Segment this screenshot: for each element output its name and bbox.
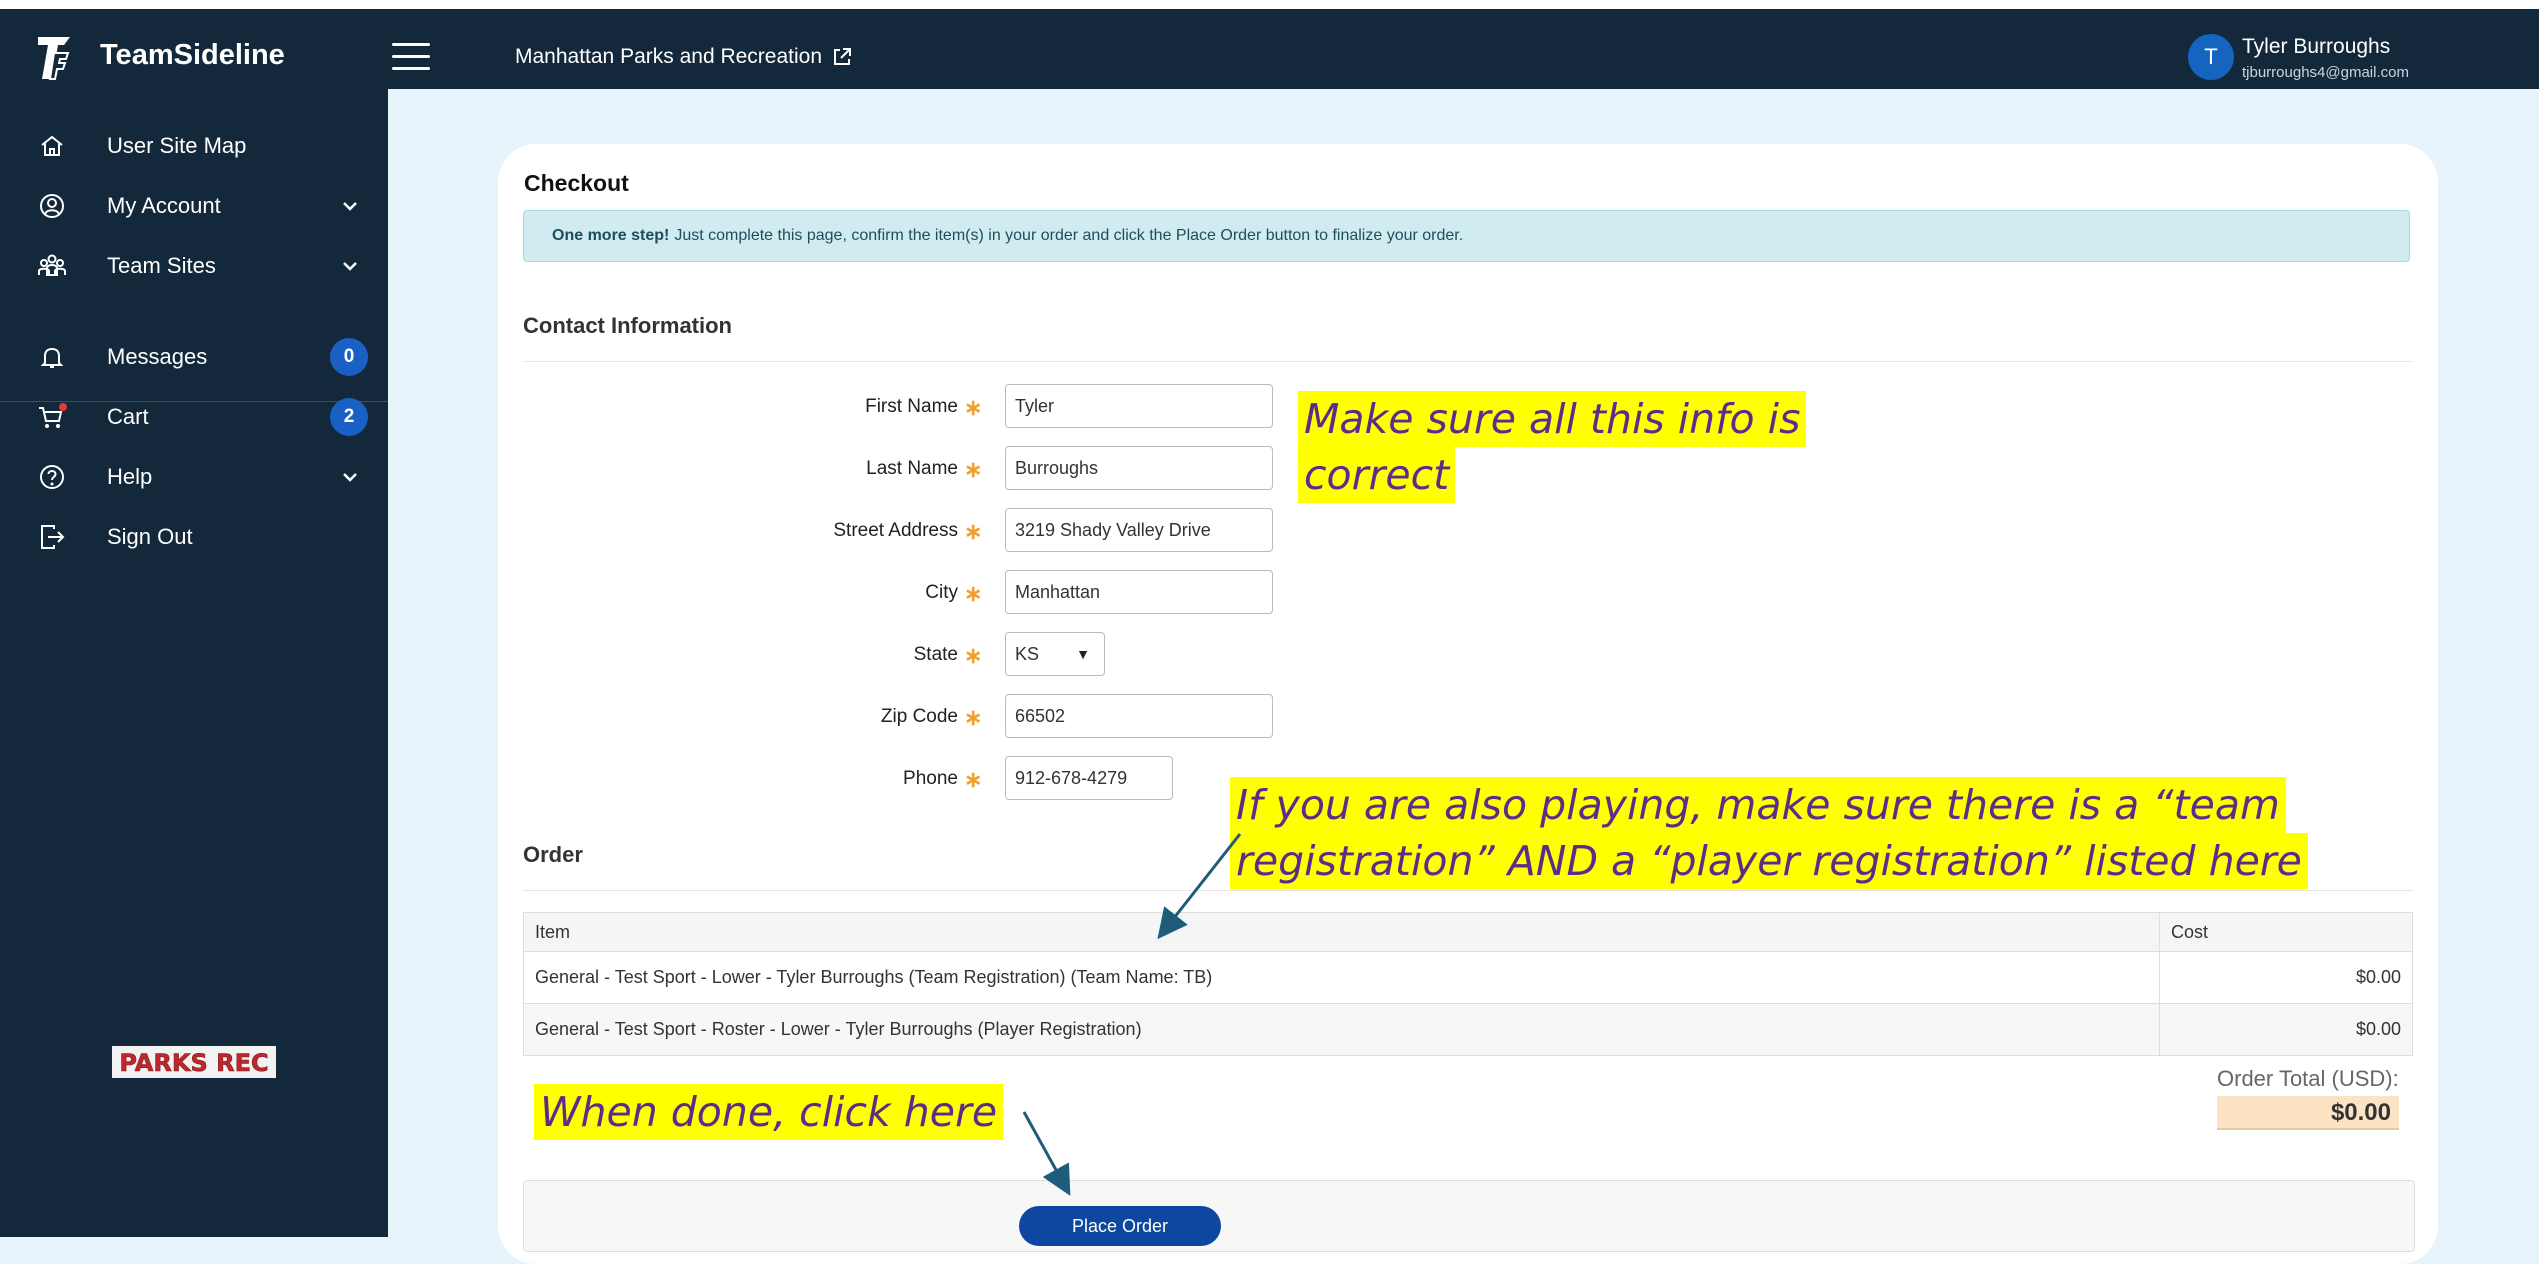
top-navbar: TeamSideline Manhattan Parks and Recreat…	[0, 9, 2539, 89]
place-order-button[interactable]: Place Order	[1019, 1206, 1221, 1246]
chevron-down-icon	[343, 262, 357, 271]
annotation-done-note: When done, click here	[534, 1084, 1004, 1140]
sidebar-item-label: Messages	[107, 344, 208, 369]
annotation-order-note-line2: registration” AND a “player registration…	[1230, 833, 2308, 889]
chevron-down-icon	[343, 473, 357, 482]
sidebar-item-sign-out[interactable]: Sign Out	[0, 512, 388, 562]
sidebar-item-label: My Account	[107, 193, 221, 218]
sidebar: User Site Map My Account Team Sites Mess…	[0, 89, 388, 1237]
last-name-label: Last Name	[866, 458, 958, 479]
sidebar-item-cart[interactable]: Cart 2	[0, 392, 388, 442]
sidebar-item-label: Sign Out	[107, 524, 193, 549]
cart-icon	[39, 403, 67, 428]
city-field[interactable]	[1005, 570, 1273, 614]
order-table: Item Cost General - Test Sport - Lower -…	[523, 912, 2413, 1056]
cart-count-badge: 2	[330, 398, 368, 436]
table-header-row: Item Cost	[523, 912, 2413, 952]
first-name-label: First Name	[865, 396, 958, 417]
required-asterisk: ∗	[964, 643, 983, 668]
cost-column-header: Cost	[2159, 912, 2413, 952]
divider	[523, 361, 2413, 362]
required-asterisk: ∗	[964, 581, 983, 606]
street-address-label: Street Address	[833, 520, 958, 541]
sidebar-item-my-account[interactable]: My Account	[0, 181, 388, 231]
required-asterisk: ∗	[964, 767, 983, 792]
org-site-link[interactable]: Manhattan Parks and Recreation	[515, 45, 852, 69]
first-name-field[interactable]	[1005, 384, 1273, 428]
avatar[interactable]: T	[2188, 34, 2234, 80]
required-asterisk: ∗	[964, 395, 983, 420]
menu-toggle-icon[interactable]	[392, 43, 430, 71]
state-select[interactable]: KS ▼	[1005, 632, 1105, 676]
messages-count-badge: 0	[330, 338, 368, 376]
city-label: City	[925, 582, 958, 603]
sidebar-item-label: User Site Map	[107, 133, 247, 158]
alert-bold-text: One more step!	[552, 227, 670, 244]
place-order-panel	[523, 1180, 2415, 1252]
table-row: General - Test Sport - Lower - Tyler Bur…	[523, 951, 2413, 1004]
last-name-field[interactable]	[1005, 446, 1273, 490]
order-section-title: Order	[523, 842, 583, 867]
order-cost-cell: $0.00	[2159, 1003, 2413, 1056]
order-total-label: Order Total (USD):	[2217, 1066, 2399, 1091]
sidebar-item-user-site-map[interactable]: User Site Map	[0, 121, 388, 171]
sidebar-item-label: Cart	[107, 404, 149, 429]
external-link-icon	[834, 48, 852, 65]
order-item-cell: General - Test Sport - Roster - Lower - …	[523, 1003, 2160, 1056]
table-row: General - Test Sport - Roster - Lower - …	[523, 1003, 2413, 1056]
home-icon	[41, 135, 63, 156]
order-cost-cell: $0.00	[2159, 951, 2413, 1004]
info-alert: One more step! Just complete this page, …	[523, 210, 2410, 262]
annotation-info-note-line2: correct	[1298, 447, 1456, 503]
alert-text: Just complete this page, confirm the ite…	[674, 227, 1464, 244]
annotation-order-note-line1: If you are also playing, make sure there…	[1230, 777, 2286, 833]
user-circle-icon	[40, 194, 64, 218]
top-strip	[0, 0, 2539, 9]
required-asterisk: ∗	[964, 457, 983, 482]
item-column-header: Item	[523, 912, 2160, 952]
annotation-info-note-line1: Make sure all this info is	[1298, 391, 1807, 447]
parks-rec-logo-text: PARKS REC	[119, 1049, 268, 1077]
contact-section-title: Contact Information	[523, 313, 732, 338]
divider	[523, 890, 2413, 891]
team-icon	[38, 254, 66, 276]
dropdown-caret-icon: ▼	[1076, 646, 1090, 662]
parks-rec-logo: PARKS REC	[112, 1046, 276, 1078]
order-item-cell: General - Test Sport - Lower - Tyler Bur…	[523, 951, 2160, 1004]
sidebar-item-label: Team Sites	[107, 253, 216, 278]
phone-field[interactable]	[1005, 756, 1173, 800]
state-selected-value: KS	[1015, 643, 1040, 664]
zip-code-field[interactable]	[1005, 694, 1273, 738]
user-email: tjburroughs4@gmail.com	[2242, 64, 2409, 81]
sidebar-item-help[interactable]: Help	[0, 452, 388, 502]
sidebar-item-label: Help	[107, 464, 153, 489]
brand-name[interactable]: TeamSideline	[100, 39, 285, 72]
street-address-field[interactable]	[1005, 508, 1273, 552]
page-title: Checkout	[524, 170, 629, 196]
sidebar-item-team-sites[interactable]: Team Sites	[0, 241, 388, 291]
sign-out-icon	[41, 525, 65, 549]
zip-code-label: Zip Code	[880, 706, 958, 727]
state-label: State	[913, 644, 958, 665]
chevron-down-icon	[343, 202, 357, 211]
user-name[interactable]: Tyler Burroughs	[2242, 35, 2390, 59]
org-name[interactable]: Manhattan Parks and Recreation	[515, 45, 822, 69]
required-asterisk: ∗	[964, 705, 983, 730]
phone-label: Phone	[903, 768, 958, 789]
teamsideline-logo-icon[interactable]	[34, 33, 74, 83]
bell-icon	[40, 347, 64, 368]
order-total-value: $0.00	[2217, 1096, 2399, 1130]
required-asterisk: ∗	[964, 519, 983, 544]
help-icon	[40, 465, 64, 489]
sidebar-item-messages[interactable]: Messages 0	[0, 332, 388, 382]
